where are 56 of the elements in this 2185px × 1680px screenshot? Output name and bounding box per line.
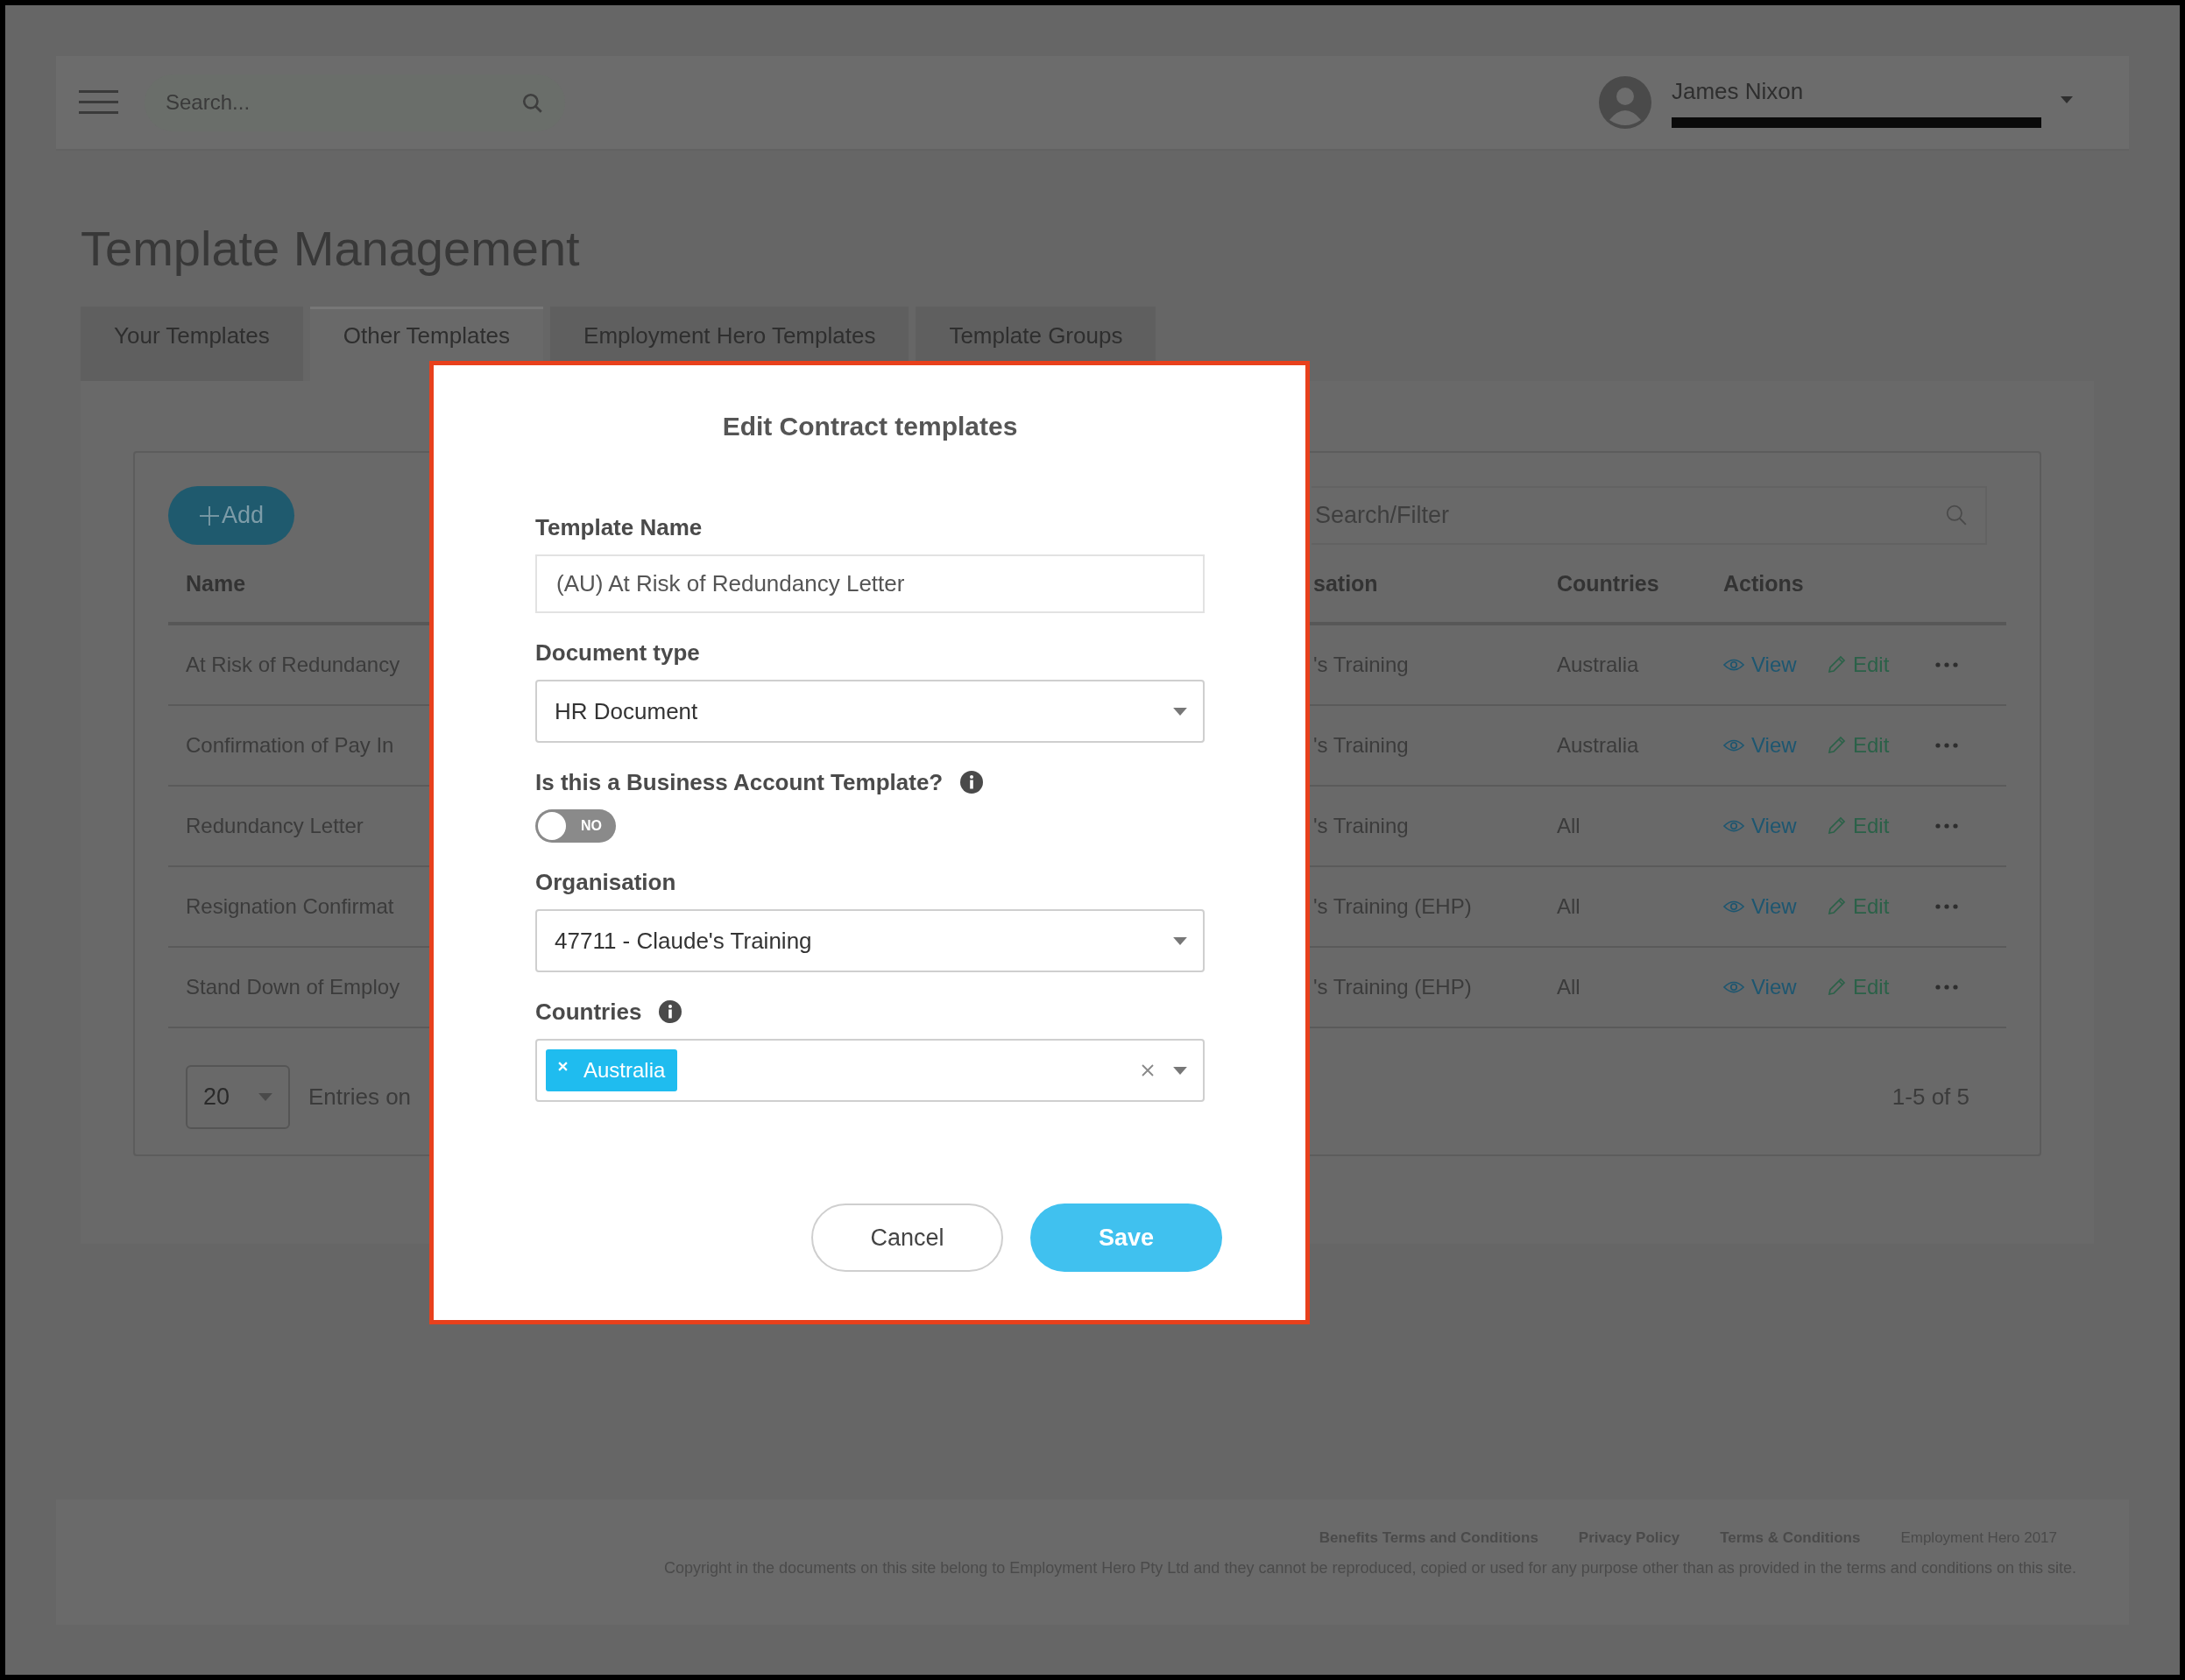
caret-icon: [1173, 936, 1187, 945]
user-name[interactable]: James Nixon: [1672, 77, 2048, 105]
more-icon[interactable]: [1935, 985, 1958, 990]
eye-icon: [1723, 900, 1744, 914]
edit-link[interactable]: Edit: [1827, 653, 1899, 677]
pencil-icon: [1827, 655, 1846, 674]
view-link[interactable]: View: [1723, 975, 1802, 999]
dialog-title: Edit Contract templates: [721, 411, 1019, 442]
field-label: Countries: [535, 998, 642, 1026]
eye-icon: [1723, 738, 1744, 752]
select-field[interactable]: HR Document: [535, 680, 1205, 743]
plus-icon: [198, 505, 220, 526]
pencil-icon: [1827, 736, 1846, 755]
edit-link[interactable]: Edit: [1827, 733, 1899, 758]
country-tag[interactable]: Australia: [546, 1049, 678, 1091]
caret-icon[interactable]: [2061, 96, 2073, 103]
cancel-button[interactable]: Cancel: [811, 1204, 1003, 1272]
more-icon[interactable]: [1935, 904, 1958, 909]
avatar-icon[interactable]: [1599, 76, 1651, 129]
search-icon[interactable]: [521, 91, 544, 115]
view-link[interactable]: View: [1723, 733, 1802, 758]
field-label: Is this a Business Account Template?: [535, 768, 944, 796]
view-link[interactable]: View: [1723, 653, 1802, 677]
search-icon[interactable]: [1945, 504, 1968, 526]
eye-icon: [1723, 980, 1744, 994]
more-icon[interactable]: [1935, 743, 1958, 748]
more-icon[interactable]: [1935, 662, 1958, 667]
info-icon[interactable]: [659, 1000, 682, 1023]
more-icon[interactable]: [1935, 823, 1958, 829]
caret-icon: [258, 1093, 272, 1101]
add-button[interactable]: Add: [168, 486, 294, 545]
field-label: Document type: [535, 639, 700, 667]
view-link[interactable]: View: [1723, 814, 1802, 838]
toggle-switch[interactable]: NO: [535, 809, 616, 843]
multi-select-field[interactable]: Australia: [535, 1039, 1205, 1102]
caret-icon: [1173, 1066, 1187, 1075]
menu-icon[interactable]: [79, 89, 118, 116]
eye-icon: [1723, 819, 1744, 833]
page-size-select[interactable]: 20: [186, 1065, 290, 1129]
edit-link[interactable]: Edit: [1827, 975, 1899, 999]
clear-icon[interactable]: [1142, 1064, 1154, 1076]
field-label: Organisation: [535, 868, 676, 896]
edit-link[interactable]: Edit: [1827, 814, 1899, 838]
view-link[interactable]: View: [1723, 894, 1802, 919]
text-field[interactable]: (AU) At Risk of Redundancy Letter: [535, 554, 1205, 613]
field-label: Template Name: [535, 513, 703, 541]
remove-icon[interactable]: [558, 1061, 568, 1071]
pencil-icon: [1827, 897, 1846, 916]
edit-link[interactable]: Edit: [1827, 894, 1899, 919]
save-button[interactable]: Save: [1030, 1204, 1222, 1272]
pencil-icon: [1827, 978, 1846, 997]
eye-icon: [1723, 658, 1744, 672]
select-field[interactable]: 47711 - Claude's Training: [535, 909, 1205, 972]
caret-icon: [1173, 707, 1187, 716]
info-icon[interactable]: [960, 771, 984, 794]
pencil-icon: [1827, 816, 1846, 836]
